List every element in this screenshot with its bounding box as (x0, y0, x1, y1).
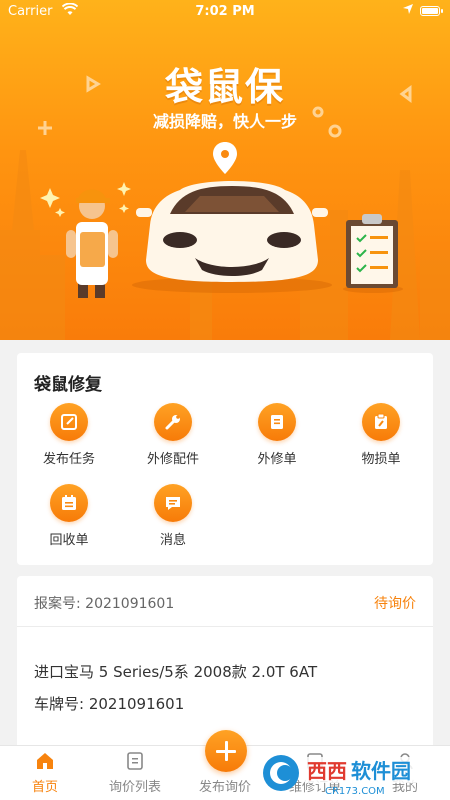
location-pin-icon (213, 142, 237, 174)
status-badge: 待询价 (374, 596, 416, 612)
edit-icon (50, 403, 88, 441)
hero-slogan: 减损降赔，快人一步 (152, 112, 297, 131)
message-icon (154, 484, 192, 522)
status-bar: Carrier 7:02 PM (0, 0, 450, 24)
recycle-order-button[interactable]: 回收单 (17, 484, 121, 548)
calendar-icon (50, 484, 88, 522)
list-icon (127, 752, 143, 770)
clipboard-wrench-icon (362, 403, 400, 441)
grid-item-label: 发布任务 (42, 452, 95, 467)
hero-title: 袋鼠保 (164, 65, 285, 109)
repair-section-card: 袋鼠修复 发布任务 外修配件 外修单 物损单 回收单 消息 (17, 353, 433, 565)
external-parts-button[interactable]: 外修配件 (121, 403, 225, 467)
clipboard-illustration (343, 214, 403, 293)
external-repair-order-button[interactable]: 外修单 (225, 403, 329, 467)
battery-icon (420, 6, 443, 16)
document-icon (258, 403, 296, 441)
tab-quote-list[interactable]: 询价列表 (90, 746, 180, 800)
tab-label: 首页 (31, 780, 58, 795)
grid-item-label: 外修配件 (146, 452, 199, 467)
case-number: 报案号: 2021091601 (34, 596, 175, 612)
divider (17, 626, 433, 627)
section-title: 袋鼠修复 (34, 375, 102, 395)
grid-item-label: 回收单 (49, 533, 89, 548)
tab-home[interactable]: 首页 (0, 746, 90, 800)
messages-button[interactable]: 消息 (121, 484, 225, 548)
grid-item-label: 外修单 (257, 452, 297, 467)
location-arrow-icon (403, 4, 413, 14)
svg-text:软件园: 软件园 (351, 759, 411, 783)
hero-banner: 袋鼠保 减损降赔，快人一步 (0, 0, 450, 340)
grid-item-label: 物损单 (361, 452, 401, 467)
home-icon (37, 753, 53, 769)
watermark-logo: 西西 软件园 CR173.COM (263, 755, 443, 797)
grid-item-label: 消息 (159, 533, 186, 548)
car-model: 进口宝马 5 Series/5系 2008款 2.0T 6AT (34, 663, 318, 681)
wrench-icon (154, 403, 192, 441)
tab-label: 询价列表 (108, 780, 161, 795)
kangaroo-mascot (66, 189, 118, 298)
status-time: 7:02 PM (195, 4, 255, 19)
plate-number: 车牌号: 2021091601 (34, 695, 185, 713)
property-damage-button[interactable]: 物损单 (329, 403, 433, 467)
hero-illustration (0, 75, 450, 340)
svg-text:CR173.COM: CR173.COM (325, 786, 385, 797)
publish-quote-fab-button[interactable] (205, 730, 247, 772)
publish-task-button[interactable]: 发布任务 (17, 403, 121, 467)
svg-text:西西: 西西 (307, 759, 347, 783)
